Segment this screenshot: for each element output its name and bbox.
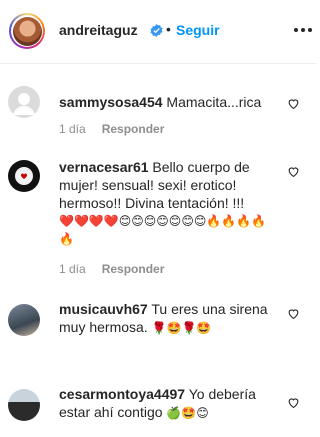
author-avatar[interactable] — [9, 13, 45, 49]
more-options-icon[interactable] — [294, 22, 314, 38]
comment-text: sammysosa454 Mamacita...rica — [59, 93, 274, 111]
author-username[interactable]: andreitaguz — [59, 22, 138, 38]
comment-text: musicauvh67 Tu eres una sirena muy hermo… — [59, 300, 274, 337]
comment-meta: 1 día Responder — [59, 262, 164, 276]
comment-text: vernacesar61 Bello cuerpo de mujer! sens… — [59, 158, 274, 248]
commenter-avatar[interactable] — [8, 160, 40, 192]
verified-badge-icon — [150, 24, 163, 37]
comment-username[interactable]: musicauvh67 — [59, 301, 148, 317]
like-heart-icon[interactable] — [287, 165, 300, 178]
comment-item: cesarmontoya4497 Yo debería estar ahí co… — [0, 383, 316, 437]
like-heart-icon[interactable] — [287, 97, 300, 110]
comment-time[interactable]: 1 día — [59, 122, 86, 136]
comment-emojis: ❤️❤️❤️❤️😊😊😊😊😊😊😊🔥🔥🔥🔥🔥 — [59, 214, 267, 246]
follow-button[interactable]: Seguir — [176, 22, 220, 38]
comment-item: musicauvh67 Tu eres una sirena muy hermo… — [0, 298, 316, 358]
commenter-avatar[interactable] — [8, 304, 40, 336]
like-heart-icon[interactable] — [287, 396, 300, 409]
comment-meta: 1 día Responder — [59, 122, 164, 136]
commenter-avatar[interactable] — [8, 86, 40, 118]
comment-username[interactable]: vernacesar61 — [59, 159, 149, 175]
comment-username[interactable]: sammysosa454 — [59, 94, 163, 110]
like-heart-icon[interactable] — [287, 307, 300, 320]
comment-username[interactable]: cesarmontoya4497 — [59, 386, 185, 402]
reply-button[interactable]: Responder — [102, 122, 165, 136]
comment-item: sammysosa454 Mamacita...rica 1 día Respo… — [0, 86, 316, 150]
post-header: andreitaguz • Seguir — [0, 0, 316, 64]
separator-dot: • — [166, 21, 171, 37]
comment-emojis: 🍏🤩😊 — [166, 406, 209, 420]
reply-button[interactable]: Responder — [102, 262, 165, 276]
comment-emojis: 🌹🤩🌹🤩 — [151, 321, 212, 335]
commenter-avatar[interactable] — [8, 389, 40, 421]
comment-text: cesarmontoya4497 Yo debería estar ahí co… — [59, 385, 274, 422]
comment-time[interactable]: 1 día — [59, 262, 86, 276]
comment-body: Mamacita...rica — [166, 94, 262, 110]
comment-item: vernacesar61 Bello cuerpo de mujer! sens… — [0, 156, 316, 276]
